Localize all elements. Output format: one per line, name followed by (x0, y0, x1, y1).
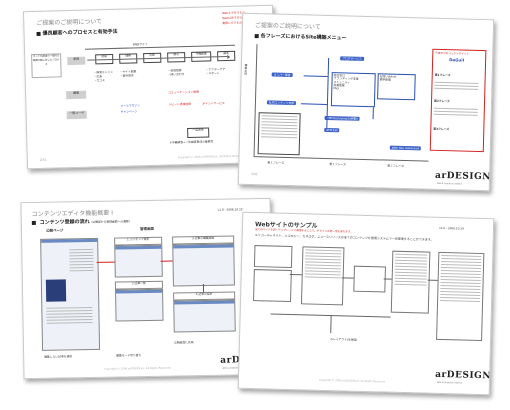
menu-pill: Web Site Advanced (389, 145, 421, 151)
slide-thumbnail-4[interactable]: Webサイトのサンプル v1.0 - 2006.10.29 全てのページを同一テ… (237, 211, 495, 396)
admin-screenshot (172, 243, 235, 287)
callout-section: 第2フレーズ (434, 98, 450, 104)
menu-item: 更新管理 (379, 77, 391, 82)
callout-text (432, 106, 480, 118)
callout-title: 今後のプロジェクトポイント (435, 51, 470, 56)
section-label: 公開ページ (45, 228, 64, 233)
row-text: ・検索エンジン ・広告 ・口コミ (93, 69, 114, 83)
connector (303, 75, 328, 77)
callout-text (432, 80, 480, 92)
flow-arrow (160, 260, 173, 262)
side-note: ネット利用者の一般的な購買行動に即したプロセス (31, 53, 62, 79)
row-text: ・サイト閲覧 ・資料請求 (119, 69, 137, 78)
connector (330, 315, 332, 334)
side-note-text: ネット利用者の一般的な購買行動に即したプロセス (32, 54, 60, 66)
callout-section: 第1フレーズ (434, 72, 451, 78)
lead-text: エリコーディネイト、エコロジー、カタログ、ニュースリリースの全てのコンテンツを管… (254, 233, 434, 242)
callout-box: 今後のプロジェクトポイント DaGuiI 第1フレーズ 第2フレーズ 第3フレー… (429, 48, 487, 153)
bottom-note: 編集モード切り替え (116, 353, 142, 358)
logo: arDESIGN (435, 369, 492, 382)
menu-pill: 社内コンテンツ支援 (266, 100, 297, 106)
y-axis (253, 44, 258, 157)
logo: arDESIGN (434, 170, 492, 183)
public-page-screenshot (40, 237, 101, 351)
admin-screenshot (114, 244, 163, 278)
menu-list (257, 112, 301, 156)
menu-pill: ATM Exclusive(24時間) (324, 115, 360, 121)
sitemap-box (300, 246, 345, 306)
menu-list: 総合窓口 ブランディング支援 コミュニティ 会員登録 FAQ (330, 72, 376, 108)
copyright: Copyright © 2006 arDESIGN Inc. All Right… (104, 366, 172, 371)
connector (300, 103, 327, 105)
phase-label: 第３フレーズ (387, 163, 405, 169)
process-step: 参照 (67, 56, 86, 66)
sitemap-box (390, 250, 431, 314)
row-text: ・アフターケア ・サポート (205, 67, 226, 76)
slide-heading: 優良顧客へのプロセスと有効手法 (36, 28, 117, 37)
row-label: 一般ユーザ (66, 110, 87, 120)
slide-thumbnail-3[interactable]: コンテンツエディタ機能概要 I v1.0 - 2006.10.29 コンテンツ登… (20, 197, 274, 380)
callout-section: 第3フレーズ (433, 126, 450, 132)
process-label: WEBサイト (132, 42, 148, 47)
menu-pill: メンバー運営 (271, 72, 293, 78)
heading-text: コンテンツ登録の流れ (39, 218, 90, 226)
menu-list: お問い合わせ 更新管理 (377, 73, 416, 101)
sitemap-box (353, 265, 386, 293)
logo-subtitle: Web & Graphics Creative (436, 381, 463, 385)
slide-title: ご提案のご説明について (36, 18, 103, 27)
admin-screenshot (115, 288, 164, 322)
slide-title: コンテンツエディタ機能概要 I (31, 209, 114, 219)
red-note: ポイントサービス (202, 101, 225, 106)
callout-tag: DaGuiI (449, 57, 465, 63)
menu-pill: ブログサービス (340, 56, 364, 61)
sitemap-box (436, 251, 485, 342)
slide-heading: 各フレーズにおけるSite構築メニュー (255, 32, 347, 41)
sitemap-box (253, 269, 292, 303)
row-label: 構築 (66, 90, 87, 100)
legend-item: 実際に行うもの (222, 20, 242, 26)
section-label: 管理画面 (139, 226, 154, 232)
copyright: Copyright © 2006 arDESIGN Inc. All Right… (318, 378, 386, 384)
bottom-note: 公開画面に反映 (173, 340, 194, 345)
phase-label: 第１フレーズ (267, 160, 285, 165)
slide-title: ご提案のご説明について (254, 22, 321, 31)
admin-screenshot (173, 299, 236, 333)
y-axis-label: 構築主体 (243, 63, 248, 76)
phase-label: 第２フレーズ (329, 162, 347, 167)
bottom-note: 編集したい記事を選択 (44, 354, 73, 359)
logo-subtitle: Web & Graphics Creative (436, 182, 462, 186)
version: v1.0 - 2006.10.29 (438, 225, 464, 231)
flow-arrow (96, 261, 115, 263)
caption: ホレイアウト(全体図) (330, 337, 358, 342)
blue-note: メールマガジン (120, 103, 141, 108)
menu-item: FAQ (333, 86, 339, 91)
flow-arrow (202, 284, 204, 293)
process-bracket (84, 44, 235, 50)
copyright: Copyright © 2006 arDESIGN Inc. All Right… (177, 154, 245, 160)
page-number: 3/51 (251, 172, 258, 177)
process-step: 一定関係 (187, 127, 210, 139)
heading-note: （公開部から登録画面への遷移） (89, 219, 132, 224)
slide-thumbnail-2[interactable]: ご提案のご説明について 各フレーズにおけるSite構築メニュー 構築主体 第１フ… (237, 12, 495, 192)
sitemap-box (253, 245, 293, 269)
red-note: コミュニケーション施策 (168, 89, 199, 95)
slide-heading: コンテンツ登録の流れ（公開部から登録画面への遷移） (32, 217, 132, 226)
red-note: リピート誘導施策 (168, 101, 191, 107)
row-text: ・会員登録 ・問い合わせ (167, 68, 185, 77)
footer-note: ※予備顧客→一気顧客育成の重要性 (169, 139, 214, 145)
version: v1.0 - 2006.10.29 (217, 207, 243, 212)
blue-note: キャンペーン (120, 109, 138, 114)
page-number: 2/51 (39, 157, 47, 162)
menu-pill: ATM EXI (324, 127, 340, 133)
